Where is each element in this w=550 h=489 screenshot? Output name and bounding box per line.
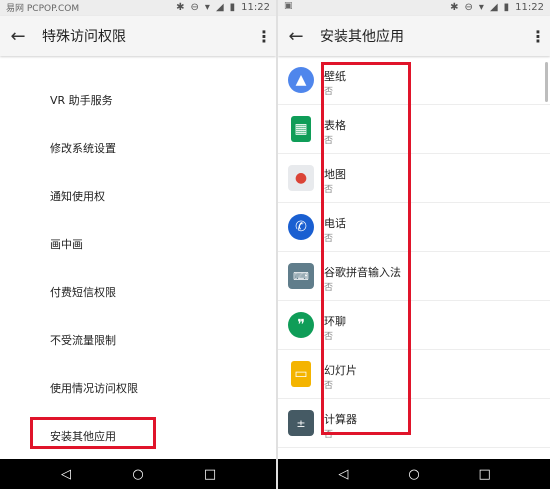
back-arrow-icon[interactable]: ←	[278, 16, 314, 56]
list-item-pip[interactable]: 画中画	[50, 236, 83, 252]
highlight-box	[321, 62, 411, 435]
nav-bar: ◁ ○ □	[278, 459, 550, 489]
mute-icon: ⊖	[464, 2, 473, 13]
signal-icon: ◢	[215, 2, 224, 13]
list-item-modify-settings[interactable]: 修改系统设置	[50, 140, 116, 156]
scrollbar[interactable]	[545, 62, 548, 102]
highlight-box	[30, 417, 156, 449]
more-options-icon[interactable]: ⋮	[252, 16, 276, 56]
hangouts-icon: ❞	[288, 312, 314, 338]
slides-icon: ▭	[291, 361, 311, 387]
page-title: 特殊访问权限	[42, 29, 126, 45]
app-bar: ← 安装其他应用 ⋮	[278, 16, 550, 56]
status-bar: 易网 PCPOP.COM ✱ ⊖ ▾ ◢ ▮ 11:22	[0, 0, 276, 16]
maps-icon: ●	[288, 165, 314, 191]
bluetooth-icon: ✱	[450, 2, 459, 13]
nav-bar: ◁ ○ □	[0, 459, 276, 489]
app-row-pinyin[interactable]: ⌨ 谷歌拼音输入法 否	[278, 252, 550, 301]
app-row-phone[interactable]: ✆ 电话 否	[278, 203, 550, 252]
nav-home-icon[interactable]: ○	[128, 467, 148, 482]
right-screen: ▣ ✱ ⊖ ▾ ◢ ▮ 11:22 ← 安装其他应用 ⋮ ▲ 壁纸 否 ▦ 表格…	[278, 0, 550, 489]
app-row-wallpaper[interactable]: ▲ 壁纸 否	[278, 56, 550, 105]
app-row-sheets[interactable]: ▦ 表格 否	[278, 105, 550, 154]
clock: 11:22	[241, 2, 270, 13]
battery-icon: ▮	[503, 2, 510, 13]
list-item-unrestricted-data[interactable]: 不受流量限制	[50, 332, 116, 348]
list-item-premium-sms[interactable]: 付费短信权限	[50, 284, 116, 300]
status-bar: ▣ ✱ ⊖ ▾ ◢ ▮ 11:22	[278, 0, 550, 16]
list-item-usage-access[interactable]: 使用情况访问权限	[50, 380, 138, 396]
wifi-icon: ▾	[478, 2, 484, 13]
app-row-maps[interactable]: ● 地图 否	[278, 154, 550, 203]
nav-back-icon[interactable]: ◁	[333, 467, 353, 482]
app-bar: ← 特殊访问权限 ⋮	[0, 16, 276, 56]
page-title: 安装其他应用	[320, 29, 404, 45]
sheets-icon: ▦	[291, 116, 311, 142]
watermark: 易网 PCPOP.COM	[6, 4, 80, 14]
battery-icon: ▮	[229, 2, 236, 13]
nav-recents-icon[interactable]: □	[200, 467, 220, 482]
calculator-icon: ±	[288, 410, 314, 436]
image-notification-icon: ▣	[284, 1, 293, 11]
pinyin-keyboard-icon: ⌨	[288, 263, 314, 289]
app-row-calculator[interactable]: ± 计算器 否	[278, 399, 550, 448]
clock: 11:22	[515, 2, 544, 13]
wallpaper-icon: ▲	[288, 67, 314, 93]
mute-icon: ⊖	[190, 2, 199, 13]
app-row-hangouts[interactable]: ❞ 环聊 否	[278, 301, 550, 350]
nav-back-icon[interactable]: ◁	[56, 467, 76, 482]
more-options-icon[interactable]: ⋮	[526, 16, 550, 56]
app-row-slides[interactable]: ▭ 幻灯片 否	[278, 350, 550, 399]
phone-icon: ✆	[288, 214, 314, 240]
list-item-vr-helper[interactable]: VR 助手服务	[50, 92, 113, 108]
list-item-notification-access[interactable]: 通知使用权	[50, 188, 105, 204]
nav-recents-icon[interactable]: □	[475, 467, 495, 482]
nav-home-icon[interactable]: ○	[404, 467, 424, 482]
signal-icon: ◢	[489, 2, 498, 13]
wifi-icon: ▾	[204, 2, 210, 13]
back-arrow-icon[interactable]: ←	[0, 16, 36, 56]
left-screen: 易网 PCPOP.COM ✱ ⊖ ▾ ◢ ▮ 11:22 ← 特殊访问权限 ⋮ …	[0, 0, 276, 489]
bluetooth-icon: ✱	[176, 2, 185, 13]
